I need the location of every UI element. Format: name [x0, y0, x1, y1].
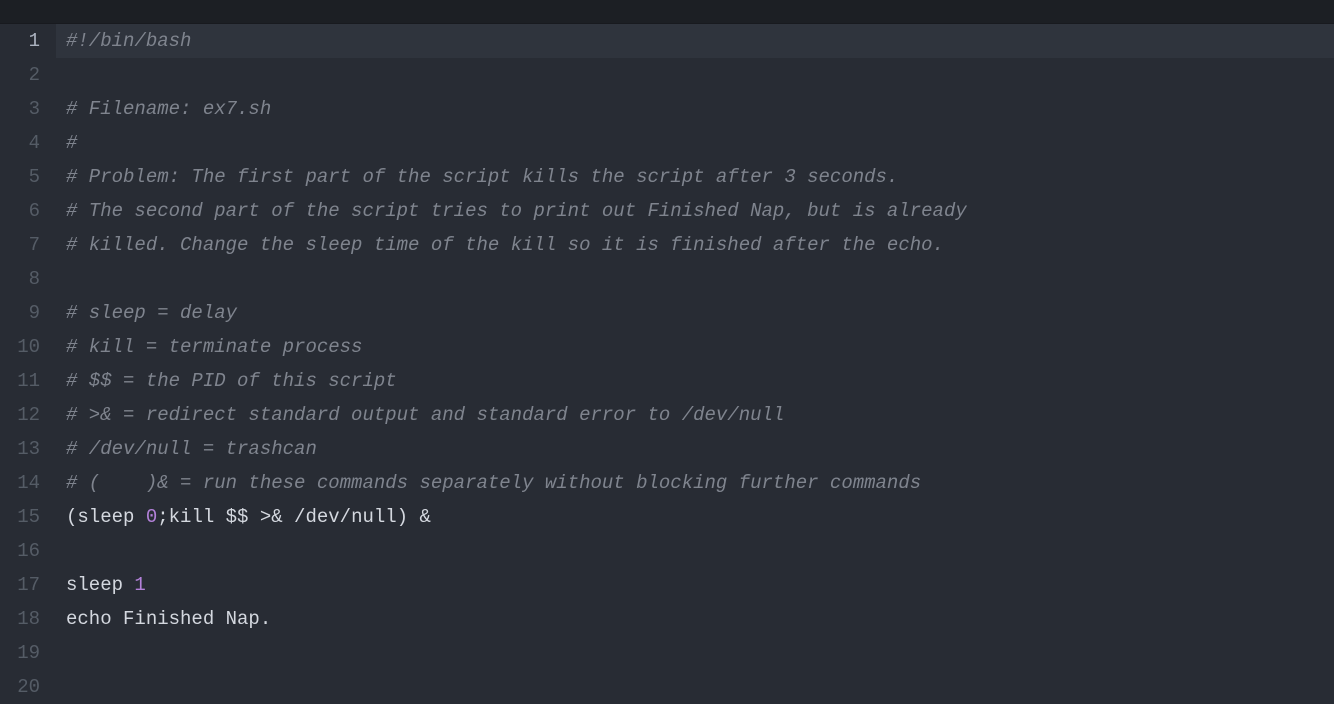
- code-line[interactable]: [56, 636, 1334, 670]
- token-comment: # ( )& = run these commands separately w…: [66, 472, 921, 494]
- token-plain: sleep: [66, 574, 134, 596]
- code-line[interactable]: echo Finished Nap.: [56, 602, 1334, 636]
- code-line[interactable]: # killed. Change the sleep time of the k…: [56, 228, 1334, 262]
- token-plain: ;kill $$ >& /dev/null) &: [157, 506, 431, 528]
- line-number: 12: [0, 398, 40, 432]
- code-lines[interactable]: #!/bin/bash # Filename: ex7.sh # # Problem…: [56, 24, 1334, 704]
- code-line[interactable]: # >& = redirect standard output and stan…: [56, 398, 1334, 432]
- line-number: 1: [0, 24, 40, 58]
- code-line[interactable]: [56, 58, 1334, 92]
- code-line[interactable]: # $$ = the PID of this script: [56, 364, 1334, 398]
- code-line[interactable]: (sleep 0;kill $$ >& /dev/null) &: [56, 500, 1334, 534]
- token-comment: # /dev/null = trashcan: [66, 438, 317, 460]
- titlebar: [0, 0, 1334, 24]
- line-number: 17: [0, 568, 40, 602]
- code-line[interactable]: sleep 1: [56, 568, 1334, 602]
- line-number: 11: [0, 364, 40, 398]
- code-line[interactable]: # kill = terminate process: [56, 330, 1334, 364]
- line-number: 13: [0, 432, 40, 466]
- token-comment: # kill = terminate process: [66, 336, 362, 358]
- code-line[interactable]: # ( )& = run these commands separately w…: [56, 466, 1334, 500]
- line-number: 16: [0, 534, 40, 568]
- line-number: 8: [0, 262, 40, 296]
- code-editor[interactable]: 1234567891011121314151617181920 #!/bin/b…: [0, 24, 1334, 682]
- token-comment: #!/bin/bash: [66, 30, 191, 52]
- line-number: 6: [0, 194, 40, 228]
- token-plain: Finished Nap.: [112, 608, 272, 630]
- code-line[interactable]: #: [56, 126, 1334, 160]
- code-line[interactable]: #!/bin/bash: [56, 24, 1334, 58]
- line-number: 2: [0, 58, 40, 92]
- line-number: 18: [0, 602, 40, 636]
- line-number: 15: [0, 500, 40, 534]
- line-number: 4: [0, 126, 40, 160]
- token-number: 1: [134, 574, 145, 596]
- code-line[interactable]: [56, 534, 1334, 568]
- line-number: 10: [0, 330, 40, 364]
- token-comment: # Problem: The first part of the script …: [66, 166, 898, 188]
- token-comment: # Filename: ex7.sh: [66, 98, 271, 120]
- line-number: 9: [0, 296, 40, 330]
- code-line[interactable]: # Problem: The first part of the script …: [56, 160, 1334, 194]
- token-fn: echo: [66, 608, 112, 630]
- code-line[interactable]: # /dev/null = trashcan: [56, 432, 1334, 466]
- line-number: 5: [0, 160, 40, 194]
- code-line[interactable]: # sleep = delay: [56, 296, 1334, 330]
- token-number: 0: [146, 506, 157, 528]
- line-number: 3: [0, 92, 40, 126]
- line-number: 20: [0, 670, 40, 704]
- token-plain: (sleep: [66, 506, 146, 528]
- token-comment: # $$ = the PID of this script: [66, 370, 397, 392]
- line-number: 19: [0, 636, 40, 670]
- code-line[interactable]: # The second part of the script tries to…: [56, 194, 1334, 228]
- code-line[interactable]: # Filename: ex7.sh: [56, 92, 1334, 126]
- code-line[interactable]: [56, 670, 1334, 704]
- token-comment: # killed. Change the sleep time of the k…: [66, 234, 944, 256]
- code-area[interactable]: #!/bin/bash # Filename: ex7.sh # # Problem…: [56, 24, 1334, 682]
- line-number: 14: [0, 466, 40, 500]
- line-number-gutter: 1234567891011121314151617181920: [0, 24, 56, 682]
- token-comment: # sleep = delay: [66, 302, 237, 324]
- token-comment: #: [66, 132, 77, 154]
- token-comment: # The second part of the script tries to…: [66, 200, 967, 222]
- token-comment: # >& = redirect standard output and stan…: [66, 404, 784, 426]
- code-line[interactable]: [56, 262, 1334, 296]
- line-number: 7: [0, 228, 40, 262]
